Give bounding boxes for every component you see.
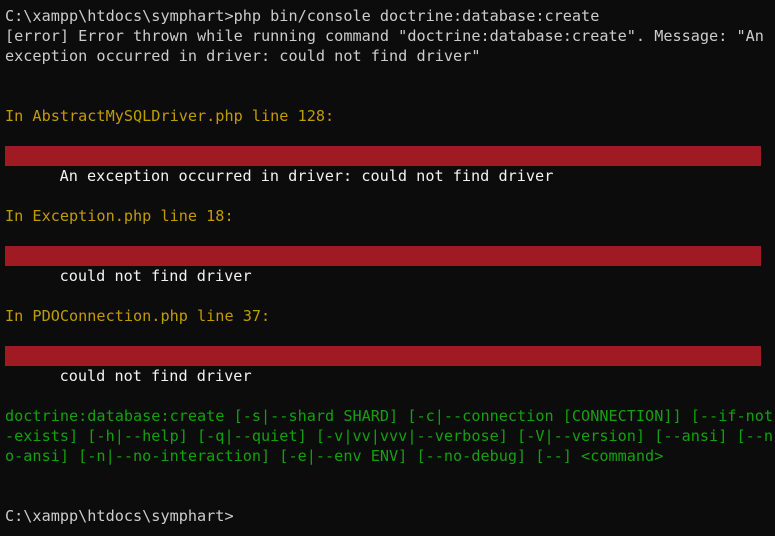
command-prompt[interactable]: C:\xampp\htdocs\symphart> — [5, 506, 234, 526]
exception-message-bar-3: could not find driver — [5, 346, 761, 385]
error-message-line-2: exception occurred in driver: could not … — [5, 47, 481, 65]
exception-location-3: In PDOConnection.php line 37: — [5, 307, 271, 325]
exception-message-3: could not find driver — [59, 367, 252, 385]
exception-message-bar-1: An exception occurred in driver: could n… — [5, 146, 761, 185]
exception-message-2: could not find driver — [59, 267, 252, 285]
command-line: C:\xampp\htdocs\symphart>php bin/console… — [5, 7, 600, 25]
exception-message-bar-2: could not find driver — [5, 246, 761, 285]
exception-location-2: In Exception.php line 18: — [5, 207, 234, 225]
exception-message-1: An exception occurred in driver: could n… — [59, 167, 554, 185]
usage-line-3: o-ansi] [-n|--no-interaction] [-e|--env … — [5, 447, 664, 465]
terminal-window[interactable]: C:\xampp\htdocs\symphart>php bin/console… — [0, 0, 775, 536]
usage-line-1: doctrine:database:create [-s|--shard SHA… — [5, 407, 774, 425]
error-message-line-1: [error] Error thrown while running comma… — [5, 27, 764, 45]
usage-line-2: -exists] [-h|--help] [-q|--quiet] [-v|vv… — [5, 427, 774, 445]
exception-location-1: In AbstractMySQLDriver.php line 128: — [5, 107, 335, 125]
